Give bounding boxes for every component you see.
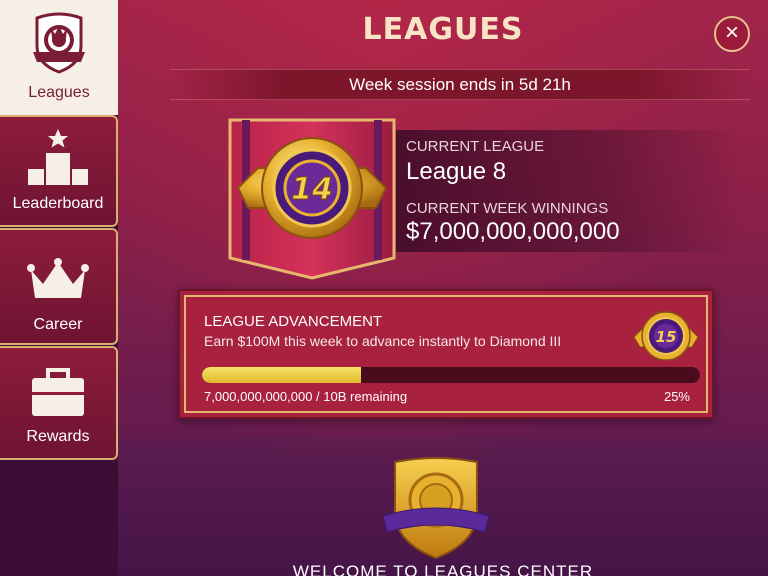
sidebar-item-label: Leaderboard	[12, 195, 104, 212]
page-title: LEAGUES	[362, 12, 524, 47]
briefcase-icon	[32, 368, 84, 416]
advancement-progress-fill	[202, 367, 362, 383]
podium-icon	[28, 129, 88, 185]
session-timer: Week session ends in 5d 21h	[170, 69, 750, 100]
sidebar-item-rewards[interactable]: Rewards	[0, 346, 118, 460]
sidebar-item-label: Leagues	[28, 84, 90, 101]
next-league-chip-icon: 15	[633, 311, 699, 361]
advancement-remaining: 7,000,000,000,000 / 10B remaining	[204, 389, 408, 404]
sidebar: Leagues Leaderboard Career Rewards	[0, 0, 118, 576]
leagues-screen: Leagues Leaderboard Career Rewards LEAGU…	[0, 0, 768, 576]
sidebar-item-leaderboard[interactable]: Leaderboard	[0, 115, 118, 227]
close-icon: ×	[724, 19, 739, 46]
league-advancement-card: LEAGUE ADVANCEMENT Earn $100M this week …	[178, 289, 714, 419]
current-league-value: League 8	[406, 158, 507, 185]
sidebar-item-career[interactable]: Career	[0, 228, 118, 345]
league-badge-banner: 14	[228, 118, 396, 280]
sidebar-item-label: Career	[33, 316, 83, 333]
league-info-panel: CURRENT LEAGUE League 8 CURRENT WEEK WIN…	[396, 130, 740, 252]
sidebar-item-label: Rewards	[26, 428, 90, 445]
crown-icon	[27, 258, 89, 298]
welcome-title: WELCOME TO LEAGUES CENTER	[292, 562, 594, 576]
winnings-value: $7,000,000,000,000	[406, 218, 620, 245]
advancement-percent: 25%	[663, 389, 690, 404]
advancement-title: LEAGUE ADVANCEMENT	[204, 313, 383, 330]
advancement-description: Earn $100M this week to advance instantl…	[204, 333, 562, 349]
league-badge-number: 14	[291, 172, 333, 207]
advancement-progress-bar	[202, 367, 700, 383]
next-league-number: 15	[656, 328, 677, 346]
leagues-emblem-icon	[382, 457, 490, 560]
winnings-label: CURRENT WEEK WINNINGS	[406, 200, 609, 217]
sidebar-item-leagues[interactable]: Leagues	[0, 0, 118, 115]
current-league-label: CURRENT LEAGUE	[406, 138, 545, 155]
shield-chip-icon	[33, 12, 85, 74]
close-button[interactable]: ×	[714, 16, 750, 52]
